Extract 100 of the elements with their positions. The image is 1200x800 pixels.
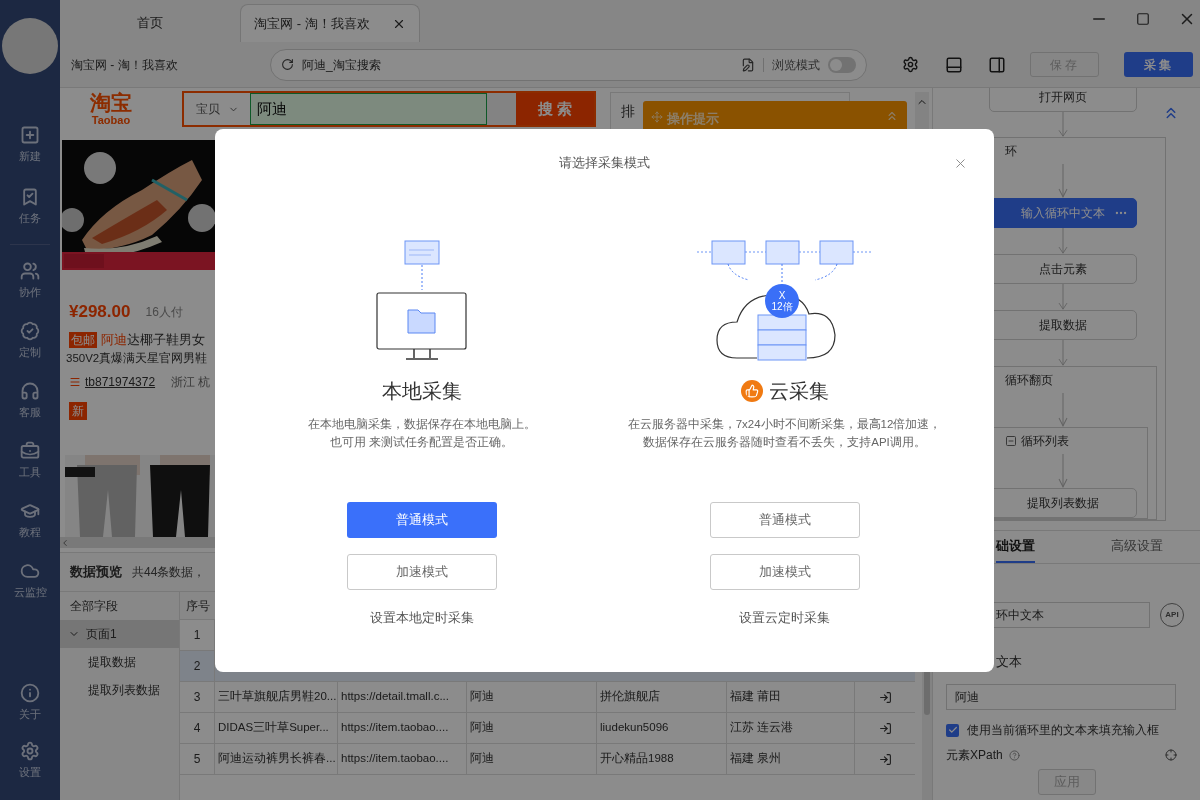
- row-number: 3: [180, 682, 215, 712]
- close-icon[interactable]: [953, 156, 968, 171]
- collect-button[interactable]: 采集: [1124, 52, 1193, 77]
- text-field[interactable]: 阿迪: [946, 684, 1176, 710]
- sidebar-item[interactable]: 工具: [0, 431, 60, 491]
- field-label: 元素XPath: [946, 747, 1003, 764]
- sidebar-item[interactable]: 云监控: [0, 551, 60, 611]
- option-title: 本地采集: [381, 379, 462, 404]
- badge-check-icon: [20, 321, 40, 342]
- sidebar-item[interactable]: 设置: [0, 732, 60, 790]
- scroll-left-icon[interactable]: [60, 537, 70, 548]
- browser-tab[interactable]: 首页: [60, 4, 240, 42]
- sidebar-item[interactable]: 教程: [0, 491, 60, 551]
- thumbs-up-icon: [740, 380, 763, 402]
- row-number: 4: [180, 713, 215, 743]
- address-text: 阿迪_淘宝搜索: [302, 56, 382, 74]
- table-cell: 三叶草旗舰店男鞋20...: [215, 682, 338, 712]
- browser-tab[interactable]: 淘宝网 - 淘！我喜欢: [240, 4, 420, 42]
- browse-mode-toggle[interactable]: [828, 56, 856, 73]
- mode-button[interactable]: 普通模式: [709, 502, 860, 538]
- sidebar-item[interactable]: 关于: [0, 674, 60, 732]
- record-count: 共44条数据，: [132, 564, 206, 581]
- table-row[interactable]: 4 DIDAS三叶草Super... https://item.taobao.... 阿迪 liudekun5096 江苏 连云港: [180, 713, 915, 744]
- table-cell: DIDAS三叶草Super...: [215, 713, 338, 743]
- mode-button[interactable]: 加速模式: [346, 554, 497, 590]
- table-cell: https://item.taobao....: [338, 744, 467, 774]
- sidebar-item[interactable]: 任务: [0, 176, 60, 238]
- product-title: 达椰子鞋男女: [127, 331, 205, 350]
- tree-item[interactable]: 提取列表数据: [60, 676, 179, 704]
- table-cell: 福建 泉州: [727, 744, 855, 774]
- option-description: 在云服务器中采集，7x24小时不间断采集，最高12倍加速，: [627, 417, 942, 432]
- settings-icon[interactable]: [902, 56, 919, 73]
- table-cell: 阿迪: [467, 744, 597, 774]
- table-cell: 阿迪运动裤男长裤春...: [215, 744, 338, 774]
- checkbox-label: 使用当前循环里的文本来填充输入框: [967, 722, 1159, 739]
- price: ¥298.00: [69, 301, 131, 324]
- settings-icon: [20, 741, 40, 762]
- free-shipping-tag: 包邮: [69, 332, 97, 348]
- table-cell: https://item.taobao....: [338, 713, 467, 743]
- tip-title: 操作提示: [667, 110, 719, 128]
- preview-title: 数据预览: [70, 563, 122, 582]
- mode-button[interactable]: 普通模式: [346, 502, 497, 538]
- table-cell: 开心精品1988: [597, 744, 727, 774]
- tree-item[interactable]: 提取数据: [60, 648, 179, 676]
- collapse-icon[interactable]: [1005, 435, 1017, 447]
- table-cell: 福建 莆田: [727, 682, 855, 712]
- tree-item[interactable]: 全部字段: [60, 592, 179, 620]
- loop-label: 环: [1005, 143, 1017, 160]
- check-icon: [947, 725, 958, 735]
- option-description: 在本地电脑采集，数据保存在本地电脑上。: [307, 417, 536, 432]
- document-edit-icon[interactable]: [741, 57, 755, 72]
- bottom-panel-icon[interactable]: [945, 55, 963, 74]
- badge-multiplier: 12倍: [771, 301, 793, 312]
- bookmark-check-icon: [20, 187, 40, 208]
- sidebar-item[interactable]: 客服: [0, 371, 60, 431]
- connector-arrow: [1058, 164, 1068, 198]
- table-cell: 拼伦旗舰店: [597, 682, 727, 712]
- category-select[interactable]: 宝贝: [184, 93, 250, 125]
- add-icon: [20, 125, 40, 146]
- sidebar-item[interactable]: 定制: [0, 311, 60, 371]
- search-field[interactable]: 阿迪: [250, 93, 487, 125]
- help-icon[interactable]: [1008, 749, 1020, 761]
- sidebar-item[interactable]: 新建: [0, 114, 60, 176]
- connector-arrow: [1058, 228, 1068, 254]
- table-row[interactable]: 3 三叶草旗舰店男鞋20... https://detail.tmall.c... 阿迪 拼伦旗舰店 福建 莆田: [180, 682, 915, 713]
- settings-tab[interactable]: 高级设置: [1111, 530, 1163, 563]
- open-icon[interactable]: [878, 752, 892, 766]
- table-row[interactable]: 5 阿迪运动裤男长裤春... https://item.taobao.... 阿迪 开心精品1988 福建 泉州: [180, 744, 915, 775]
- shop-link[interactable]: tb871974372: [85, 373, 156, 391]
- settings-tab[interactable]: 础设置: [996, 530, 1035, 563]
- open-icon[interactable]: [878, 690, 892, 704]
- refresh-icon[interactable]: [281, 58, 294, 71]
- connector-arrow: [1058, 393, 1068, 427]
- table-cell: 阿迪: [467, 713, 597, 743]
- schedule-link[interactable]: 设置本地定时采集: [369, 608, 474, 628]
- loop-label: 循环列表: [1021, 433, 1069, 450]
- flow-step[interactable]: 打开网页: [989, 88, 1137, 112]
- users-icon: [20, 261, 40, 282]
- sidebar-item[interactable]: 协作: [0, 251, 60, 311]
- column-header[interactable]: 序号: [180, 592, 215, 619]
- search-button[interactable]: 搜 索: [516, 93, 594, 125]
- loop-label: 循环翻页: [1005, 372, 1053, 389]
- table-cell: 江苏 连云港: [727, 713, 855, 743]
- connector-arrow: [1058, 112, 1068, 137]
- avatar[interactable]: [2, 18, 58, 74]
- location: 浙江 杭: [171, 374, 211, 391]
- checkbox[interactable]: [946, 723, 959, 737]
- maximize-icon[interactable]: [1136, 12, 1150, 26]
- target-icon[interactable]: [1165, 749, 1177, 761]
- logo-text: 淘宝: [90, 92, 132, 114]
- table-cell: 阿迪: [467, 682, 597, 712]
- address-field[interactable]: 阿迪_淘宝搜索 浏览模式: [270, 48, 867, 81]
- schedule-link[interactable]: 设置云定时采集: [739, 608, 830, 628]
- page-title: 淘宝网 - 淘！我喜欢: [70, 56, 179, 74]
- browse-mode-label: 浏览模式: [772, 56, 820, 74]
- mode-button[interactable]: 加速模式: [709, 554, 860, 590]
- open-icon[interactable]: [878, 721, 892, 735]
- right-panel-icon[interactable]: [988, 55, 1006, 74]
- tree-item[interactable]: 页面1: [60, 620, 179, 648]
- product-title: 350V2真爆满天星官网男鞋: [65, 351, 209, 366]
